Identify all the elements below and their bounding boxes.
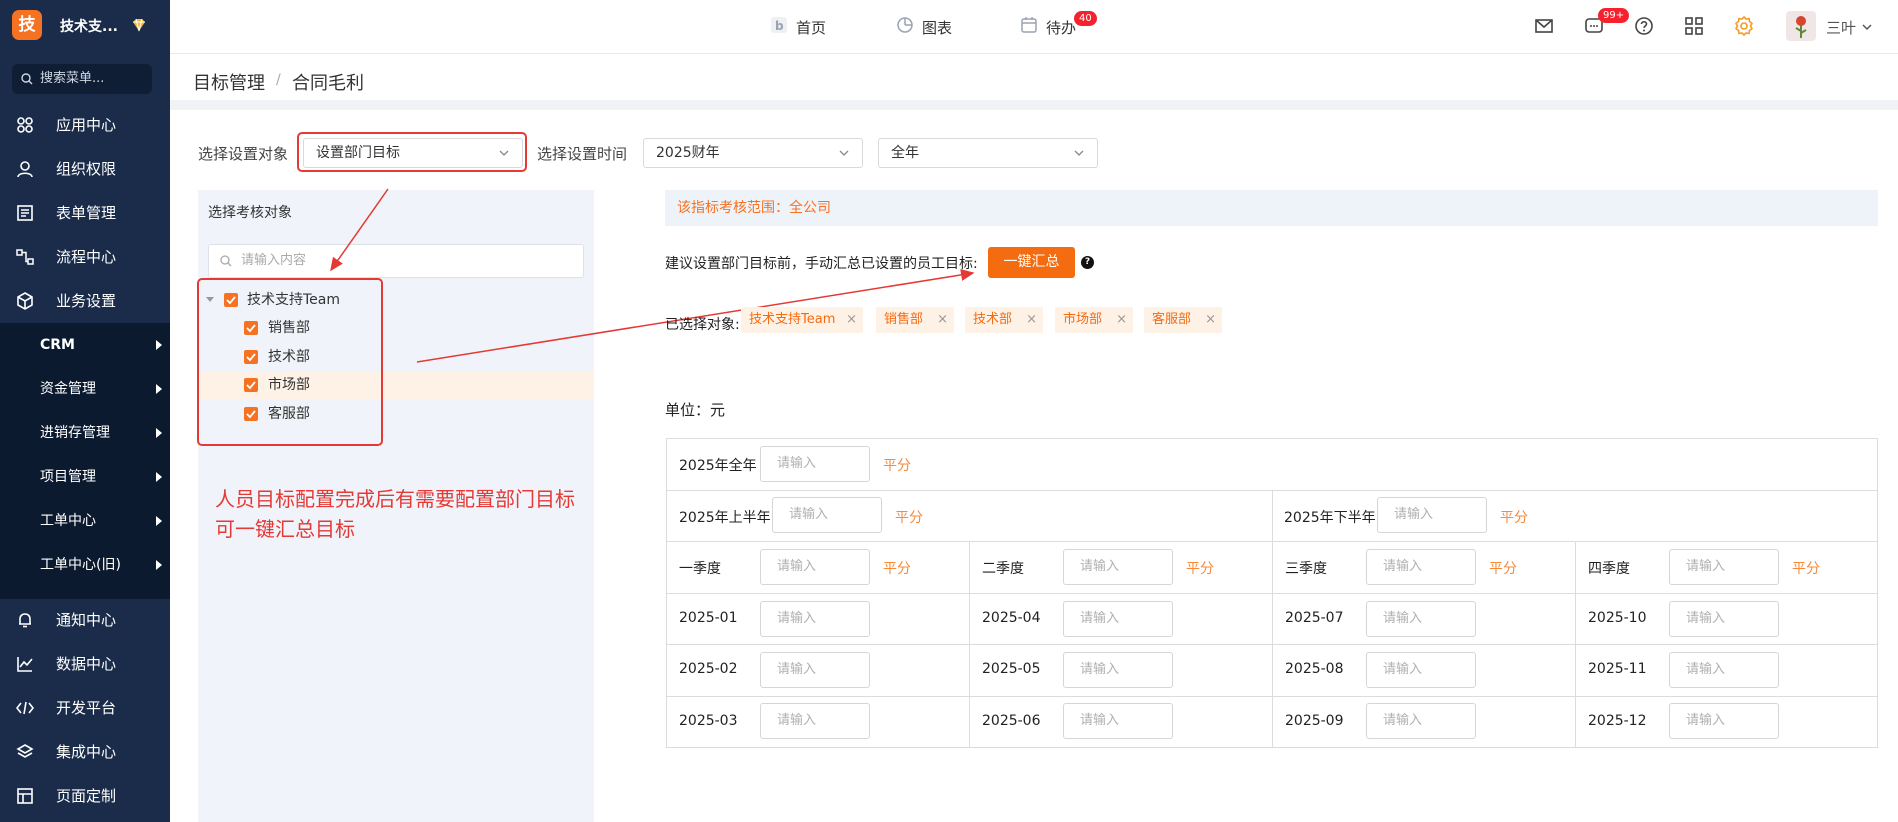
selected-tag[interactable]: 销售部 × [876,307,954,333]
q2-input[interactable]: 请输入 [1063,549,1173,585]
month-input[interactable]: 请输入 [760,601,870,637]
month-label: 2025-11 [1588,661,1647,677]
month-input[interactable]: 请输入 [1063,703,1173,739]
month-label: 2025-09 [1285,713,1344,729]
selected-objects-label: 已选择对象: [665,317,740,333]
h2-input[interactable]: 请输入 [1377,497,1487,533]
even-split-link[interactable]: 平分 [1186,558,1214,578]
q3-input[interactable]: 请输入 [1366,549,1476,585]
q4-label: 四季度 [1588,561,1630,577]
summary-hint: 建议设置部门目标前，手动汇总已设置的员工目标: [665,256,978,272]
even-split-link[interactable]: 平分 [1489,558,1517,578]
month-label: 2025-03 [679,713,738,729]
month-input[interactable]: 请输入 [1366,703,1476,739]
close-icon[interactable]: × [1205,307,1216,333]
scope-info-bar: 该指标考核范围：全公司 [665,190,1878,226]
month-label: 2025-04 [982,610,1041,626]
month-input[interactable]: 请输入 [1366,601,1476,637]
month-input[interactable]: 请输入 [1063,601,1173,637]
q1-label: 一季度 [679,561,721,577]
month-label: 2025-01 [679,610,738,626]
close-icon[interactable]: × [846,307,857,333]
even-split-link[interactable]: 平分 [1792,558,1820,578]
month-label: 2025-06 [982,713,1041,729]
grid-divider [969,541,970,747]
close-icon[interactable]: × [1116,307,1127,333]
q4-input[interactable]: 请输入 [1669,549,1779,585]
month-input[interactable]: 请输入 [1669,703,1779,739]
close-icon[interactable]: × [937,307,948,333]
month-label: 2025-07 [1285,610,1344,626]
summary-button[interactable]: 一键汇总 [988,247,1075,278]
q2-label: 二季度 [982,561,1024,577]
month-input[interactable]: 请输入 [1063,652,1173,688]
full-year-input[interactable]: 请输入 [760,446,870,482]
month-input[interactable]: 请输入 [760,652,870,688]
month-label: 2025-08 [1285,661,1344,677]
month-label: 2025-10 [1588,610,1647,626]
month-label: 2025-12 [1588,713,1647,729]
h1-label: 2025年上半年 [679,510,771,526]
month-label: 2025-05 [982,661,1041,677]
selected-tag[interactable]: 技术部 × [965,307,1043,333]
h1-input[interactable]: 请输入 [772,497,882,533]
grid-divider [1272,490,1273,747]
selected-tag[interactable]: 客服部 × [1144,307,1222,333]
month-input[interactable]: 请输入 [1366,652,1476,688]
selected-tag[interactable]: 技术支持Team × [741,307,863,333]
month-input[interactable]: 请输入 [760,703,870,739]
month-label: 2025-02 [679,661,738,677]
help-circle-icon[interactable]: ? [1081,256,1094,269]
month-input[interactable]: 请输入 [1669,601,1779,637]
tag-label: 技术部 [973,312,1013,327]
q1-input[interactable]: 请输入 [760,549,870,585]
selected-tag[interactable]: 市场部 × [1055,307,1133,333]
even-split-link[interactable]: 平分 [883,558,911,578]
even-split-link[interactable]: 平分 [1500,507,1528,527]
tag-label: 市场部 [1063,312,1103,327]
unit-label: 单位：元 [665,401,726,419]
even-split-link[interactable]: 平分 [883,455,911,475]
tag-label: 客服部 [1152,312,1192,327]
tag-label: 技术支持Team [749,312,836,327]
full-year-label: 2025年全年 [679,458,757,474]
tag-label: 销售部 [884,312,924,327]
h2-label: 2025年下半年 [1284,510,1376,526]
even-split-link[interactable]: 平分 [895,507,923,527]
target-grid: 2025年全年 请输入 平分 2025年上半年 请输入 平分 2025年下半年 … [666,438,1878,748]
month-input[interactable]: 请输入 [1669,652,1779,688]
grid-divider [1575,541,1576,747]
close-icon[interactable]: × [1026,307,1037,333]
q3-label: 三季度 [1285,561,1327,577]
arrow-to-tree [330,188,389,272]
